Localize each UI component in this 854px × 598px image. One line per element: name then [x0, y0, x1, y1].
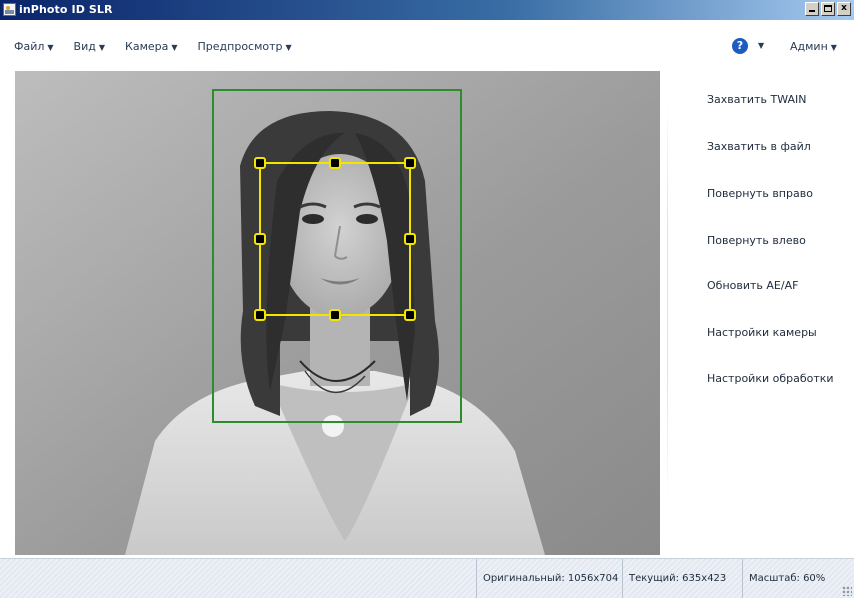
chevron-down-icon: ▼ [47, 43, 54, 52]
help-icon[interactable]: ? [732, 38, 748, 54]
menu-file-label: Файл [14, 40, 45, 53]
resize-handle[interactable] [404, 309, 416, 321]
title-bar: inPhoto ID SLR x [0, 0, 854, 20]
resize-handle[interactable] [254, 309, 266, 321]
help-chevron-down-icon[interactable]: ▼ [758, 41, 764, 50]
menu-bar: Файл ▼ Вид ▼ Камера ▼ Предпросмотр ▼ ? ▼ Адм… [0, 20, 854, 70]
menu-file[interactable]: Файл ▼ [14, 40, 54, 53]
maximize-button[interactable] [821, 2, 835, 16]
resize-handle[interactable] [254, 233, 266, 245]
resize-handle[interactable] [329, 157, 341, 169]
close-button[interactable]: x [837, 2, 851, 16]
portrait-photo [15, 71, 660, 555]
chevron-down-icon: ▼ [830, 43, 837, 52]
resize-handle[interactable] [254, 157, 266, 169]
resize-grip-icon[interactable] [842, 586, 852, 596]
chevron-down-icon: ▼ [285, 43, 292, 52]
refresh-ae-af-link[interactable]: Обновить AE/AF [707, 279, 798, 292]
camera-settings-link[interactable]: Настройки камеры [707, 326, 817, 339]
menu-admin[interactable]: Админ ▼ [790, 40, 837, 53]
resize-handle[interactable] [329, 309, 341, 321]
status-bar: Оригинальный: 1056x704 Текущий: 635x423 … [0, 558, 854, 598]
status-zoom: Масштаб: 60% [742, 559, 848, 598]
main-menu: Файл ▼ Вид ▼ Камера ▼ Предпросмотр ▼ [14, 40, 312, 53]
menu-camera-label: Камера [125, 40, 169, 53]
status-original-size: Оригинальный: 1056x704 [476, 559, 622, 598]
app-icon [3, 3, 16, 16]
window-title: inPhoto ID SLR [19, 3, 113, 16]
minimize-button[interactable] [805, 2, 819, 16]
menu-preview[interactable]: Предпросмотр ▼ [198, 40, 292, 53]
menu-view[interactable]: Вид ▼ [74, 40, 105, 53]
window-controls: x [805, 2, 851, 16]
processing-settings-link[interactable]: Настройки обработки [707, 372, 834, 385]
resize-handle[interactable] [404, 157, 416, 169]
capture-to-file-link[interactable]: Захватить в файл [707, 140, 811, 153]
chevron-down-icon: ▼ [98, 43, 106, 52]
capture-twain-link[interactable]: Захватить TWAIN [707, 93, 806, 106]
menu-view-label: Вид [73, 40, 96, 53]
photo-preview[interactable] [15, 71, 660, 555]
menu-preview-label: Предпросмотр [197, 40, 283, 53]
rotate-left-link[interactable]: Повернуть влево [707, 234, 806, 247]
status-current-size: Текущий: 635x423 [622, 559, 742, 598]
menu-camera[interactable]: Камера ▼ [125, 40, 178, 53]
menu-admin-label: Админ [790, 40, 828, 53]
resize-handle[interactable] [404, 233, 416, 245]
chevron-down-icon: ▼ [171, 43, 178, 52]
rotate-right-link[interactable]: Повернуть вправо [707, 187, 813, 200]
panel-divider [667, 100, 668, 500]
